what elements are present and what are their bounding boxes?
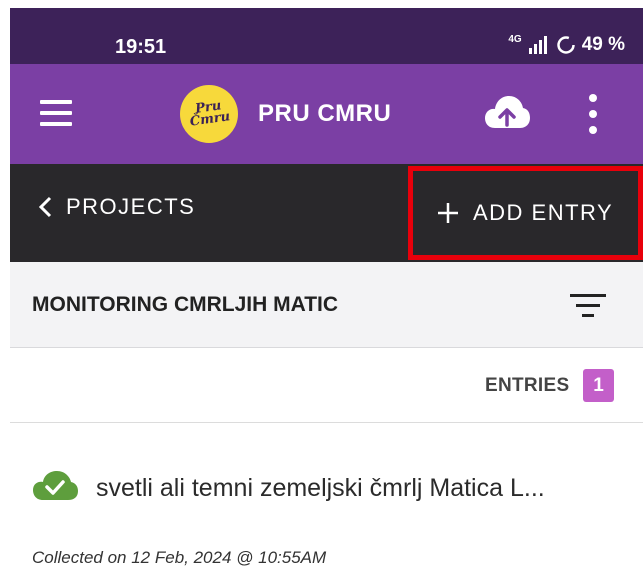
nav-bar: PROJECTS ADD ENTRY [10,164,643,262]
status-bar: 19:51 4G 49 % [10,8,643,64]
back-to-projects-button[interactable]: PROJECTS [38,194,195,220]
cloud-synced-icon [33,471,78,500]
add-entry-button[interactable]: ADD ENTRY [408,166,643,260]
more-vert-icon[interactable] [585,94,601,134]
cloud-upload-icon[interactable] [484,94,530,132]
logo-text-line2: Čmru [188,109,231,130]
entry-title: svetli ali temni zemeljski čmrlj Matica … [96,474,545,502]
network-label: 4G [508,34,522,45]
menu-icon[interactable] [40,100,72,126]
entry-collected-date: Collected on 12 Feb, 2024 @ 10:55AM [32,548,327,567]
project-title: MONITORING CMRLJIH MATIC [32,293,339,316]
plus-icon [438,203,458,223]
status-indicators: 4G 49 % [508,34,625,56]
app-screen: 19:51 4G 49 % Pru Čmru PRU CMRU PROJECTS… [10,8,643,579]
signal-icon [528,36,547,54]
app-title: PRU CMRU [258,100,392,127]
app-logo: Pru Čmru [180,85,238,143]
chevron-left-icon [38,196,52,218]
add-entry-label: ADD ENTRY [473,200,614,225]
filter-icon[interactable] [570,292,606,318]
app-bar: Pru Čmru PRU CMRU [10,64,643,164]
battery-saver-icon [556,36,575,54]
entries-count-badge: 1 [583,369,614,402]
project-header: MONITORING CMRLJIH MATIC [10,262,643,348]
battery-level: 49 % [581,34,625,55]
entries-count-row: ENTRIES 1 [10,349,643,423]
status-time: 19:51 [115,36,167,58]
back-label: PROJECTS [66,194,196,219]
entries-label: ENTRIES [485,375,570,396]
entry-list-item[interactable]: svetli ali temni zemeljski čmrlj Matica … [10,424,643,579]
